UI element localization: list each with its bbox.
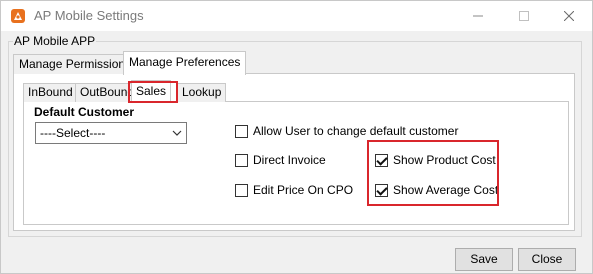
tab-manage-permissions[interactable]: Manage Permissions bbox=[13, 54, 138, 74]
show-average-cost-label: Show Average Cost bbox=[393, 183, 499, 197]
edit-price-on-cpo-option[interactable]: Edit Price On CPO bbox=[235, 182, 353, 198]
default-customer-label: Default Customer bbox=[34, 105, 135, 119]
show-product-cost-option[interactable]: Show Product Cost bbox=[375, 152, 496, 168]
close-button[interactable]: Close bbox=[518, 248, 576, 271]
edit-price-on-cpo-label: Edit Price On CPO bbox=[253, 183, 354, 197]
tab-inbound[interactable]: InBound bbox=[23, 83, 78, 102]
allow-change-customer-label: Allow User to change default customer bbox=[253, 124, 459, 138]
chevron-down-icon bbox=[172, 124, 182, 142]
edit-price-on-cpo-checkbox[interactable] bbox=[235, 183, 248, 197]
tab-sales[interactable]: Sales bbox=[131, 80, 172, 102]
minimize-button[interactable] bbox=[455, 1, 501, 31]
tab-lookup[interactable]: Lookup bbox=[177, 83, 227, 102]
allow-change-customer-option[interactable]: Allow User to change default customer bbox=[235, 123, 458, 139]
direct-invoice-label: Direct Invoice bbox=[253, 153, 326, 167]
settings-window: AP Mobile Settings AP Mobile APP Manage … bbox=[0, 0, 593, 274]
direct-invoice-option[interactable]: Direct Invoice bbox=[235, 152, 326, 168]
group-label: AP Mobile APP bbox=[13, 34, 97, 48]
default-customer-select[interactable]: ----Select---- bbox=[35, 122, 187, 144]
window-title: AP Mobile Settings bbox=[34, 8, 144, 23]
default-customer-value: ----Select---- bbox=[40, 126, 106, 140]
save-button[interactable]: Save bbox=[455, 248, 513, 271]
close-window-button[interactable] bbox=[546, 1, 592, 31]
app-icon bbox=[10, 8, 26, 24]
direct-invoice-checkbox[interactable] bbox=[235, 153, 248, 167]
show-product-cost-label: Show Product Cost bbox=[393, 153, 496, 167]
show-product-cost-checkbox[interactable] bbox=[375, 153, 388, 167]
show-average-cost-checkbox[interactable] bbox=[375, 183, 388, 197]
maximize-button[interactable] bbox=[501, 1, 547, 31]
allow-change-customer-checkbox[interactable] bbox=[235, 124, 248, 138]
show-average-cost-option[interactable]: Show Average Cost bbox=[375, 182, 498, 198]
tab-outbound[interactable]: OutBound bbox=[75, 83, 140, 102]
tab-manage-preferences[interactable]: Manage Preferences bbox=[123, 51, 247, 75]
title-bar: AP Mobile Settings bbox=[1, 1, 592, 31]
